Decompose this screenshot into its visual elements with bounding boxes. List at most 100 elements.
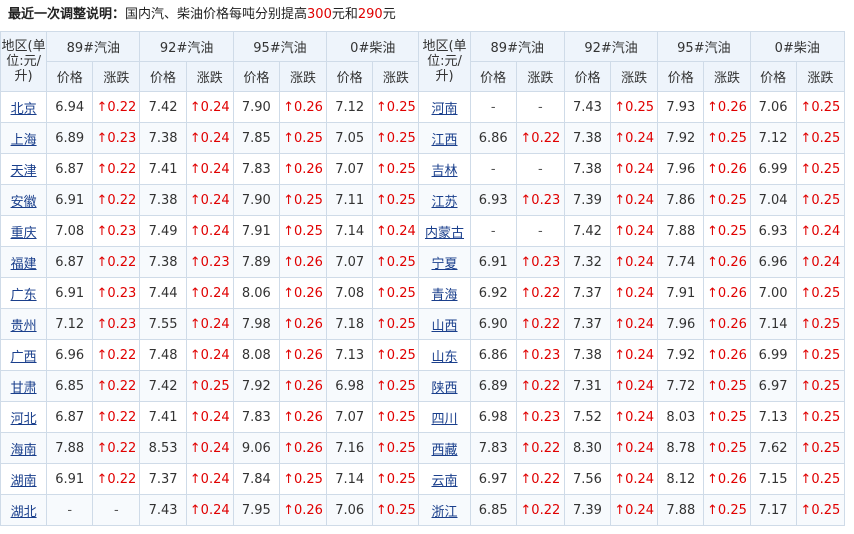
region-cell: 青海 [418, 277, 471, 309]
region-cell: 广西 [0, 339, 48, 371]
price-cell: 7.88 [657, 215, 705, 247]
region-link[interactable]: 天津 [11, 164, 37, 179]
region-cell: 北京 [0, 91, 48, 123]
region-link[interactable]: 安徽 [11, 195, 37, 210]
price-cell: 7.41 [139, 401, 187, 433]
change-header: 涨跌 [515, 61, 565, 92]
price-cell: 7.72 [657, 370, 705, 402]
region-link[interactable]: 湖北 [11, 505, 37, 520]
price-cell: 7.31 [563, 370, 612, 402]
region-link[interactable]: 上海 [11, 133, 37, 148]
price-cell: 7.86 [657, 184, 705, 216]
region-link[interactable]: 北京 [11, 102, 37, 117]
price-change-cell: ↑0.25 [372, 91, 420, 123]
price-change-cell: ↑0.25 [703, 370, 751, 402]
price-cell: 7.43 [139, 494, 187, 526]
price-cell: 6.94 [46, 91, 94, 123]
price-change-cell: ↑0.26 [703, 246, 751, 278]
price-change-cell: ↑0.24 [185, 432, 234, 464]
price-cell: 6.97 [749, 370, 797, 402]
region-link[interactable]: 广东 [11, 288, 37, 303]
price-change-cell: ↑0.23 [515, 401, 565, 433]
notice-text-after: 元 [382, 7, 396, 22]
change-header: 涨跌 [610, 61, 659, 92]
region-link[interactable]: 福建 [11, 257, 37, 272]
price-change-cell: ↑0.25 [610, 91, 659, 123]
region-link[interactable]: 甘肃 [11, 381, 37, 396]
price-change-cell: ↑0.22 [92, 432, 141, 464]
price-change-cell: ↑0.25 [372, 277, 420, 309]
price-change-cell: - [515, 215, 565, 247]
price-change-cell: ↑0.25 [372, 463, 420, 495]
price-cell: 7.08 [326, 277, 374, 309]
price-cell: 7.41 [139, 153, 187, 185]
price-cell: 7.39 [563, 494, 612, 526]
price-change-cell: ↑0.26 [703, 153, 751, 185]
price-cell: 7.13 [749, 401, 797, 433]
region-link[interactable]: 陕西 [432, 381, 458, 396]
price-change-cell: ↑0.22 [515, 494, 565, 526]
region-link[interactable]: 吉林 [432, 164, 458, 179]
table-row: 海南 7.88 ↑0.22 8.53 ↑0.24 9.06 ↑0.26 7.16 ↑0.25 西藏… [0, 432, 846, 464]
price-change-cell: ↑0.25 [795, 122, 846, 154]
region-link[interactable]: 四川 [432, 412, 458, 427]
table-row: 河北 6.87 ↑0.22 7.41 ↑0.24 7.83 ↑0.26 7.07 ↑0.25 四川… [0, 401, 846, 433]
region-link[interactable]: 江苏 [432, 195, 458, 210]
price-change-cell: - [515, 153, 565, 185]
region-link[interactable]: 山东 [432, 350, 458, 365]
region-link[interactable]: 海南 [11, 443, 37, 458]
region-link[interactable]: 浙江 [432, 505, 458, 520]
price-change-cell: ↑0.26 [278, 370, 328, 402]
price-cell: 7.83 [469, 432, 517, 464]
price-change-cell: - [92, 494, 141, 526]
price-header: 价格 [326, 61, 374, 92]
price-cell: 6.92 [469, 277, 517, 309]
region-cell: 贵州 [0, 308, 48, 340]
price-cell: 6.99 [749, 153, 797, 185]
price-cell: 7.12 [749, 122, 797, 154]
price-header: 价格 [469, 61, 517, 92]
region-link[interactable]: 广西 [11, 350, 37, 365]
price-change-cell: ↑0.26 [278, 432, 328, 464]
price-change-cell: ↑0.26 [703, 308, 751, 340]
price-cell: 7.42 [139, 370, 187, 402]
region-link[interactable]: 河北 [11, 412, 37, 427]
price-change-cell: ↑0.22 [515, 277, 565, 309]
price-cell: 7.84 [232, 463, 280, 495]
price-change-cell: ↑0.24 [185, 401, 234, 433]
price-cell: 8.06 [232, 277, 280, 309]
price-cell: 7.00 [749, 277, 797, 309]
region-link[interactable]: 青海 [432, 288, 458, 303]
price-change-cell: ↑0.22 [92, 153, 141, 185]
price-change-cell: ↑0.22 [92, 339, 141, 371]
price-change-cell: ↑0.24 [185, 277, 234, 309]
price-change-cell: ↑0.24 [185, 184, 234, 216]
price-cell: 7.44 [139, 277, 187, 309]
region-link[interactable]: 重庆 [11, 226, 37, 241]
table-row: 北京 6.94 ↑0.22 7.42 ↑0.24 7.90 ↑0.26 7.12 ↑0.25 河南… [0, 91, 846, 123]
price-change-cell: ↑0.25 [372, 308, 420, 340]
region-cell: 四川 [418, 401, 471, 433]
region-cell: 湖北 [0, 494, 48, 526]
price-header: 价格 [46, 61, 94, 92]
region-link[interactable]: 山西 [432, 319, 458, 334]
region-link[interactable]: 江西 [432, 133, 458, 148]
region-link[interactable]: 湖南 [11, 474, 37, 489]
price-header: 价格 [232, 61, 280, 92]
price-cell: 6.85 [469, 494, 517, 526]
price-change-cell: ↑0.24 [610, 401, 659, 433]
region-link[interactable]: 西藏 [432, 443, 458, 458]
price-change-cell: ↑0.24 [610, 308, 659, 340]
region-link[interactable]: 宁夏 [432, 257, 458, 272]
price-cell: 7.37 [563, 308, 612, 340]
region-link[interactable]: 河南 [432, 102, 458, 117]
price-change-cell: ↑0.24 [610, 370, 659, 402]
region-link[interactable]: 贵州 [11, 319, 37, 334]
region-link[interactable]: 云南 [432, 474, 458, 489]
fuel-price-table: 地区(单位:元/升) 89#汽油 92#汽油 95#汽油 0#柴油 地区(单位:… [0, 31, 846, 526]
region-cell: 天津 [0, 153, 48, 185]
price-cell: 7.37 [139, 463, 187, 495]
region-cell: 山西 [418, 308, 471, 340]
region-link[interactable]: 内蒙古 [425, 226, 464, 241]
price-change-cell: ↑0.25 [795, 308, 846, 340]
